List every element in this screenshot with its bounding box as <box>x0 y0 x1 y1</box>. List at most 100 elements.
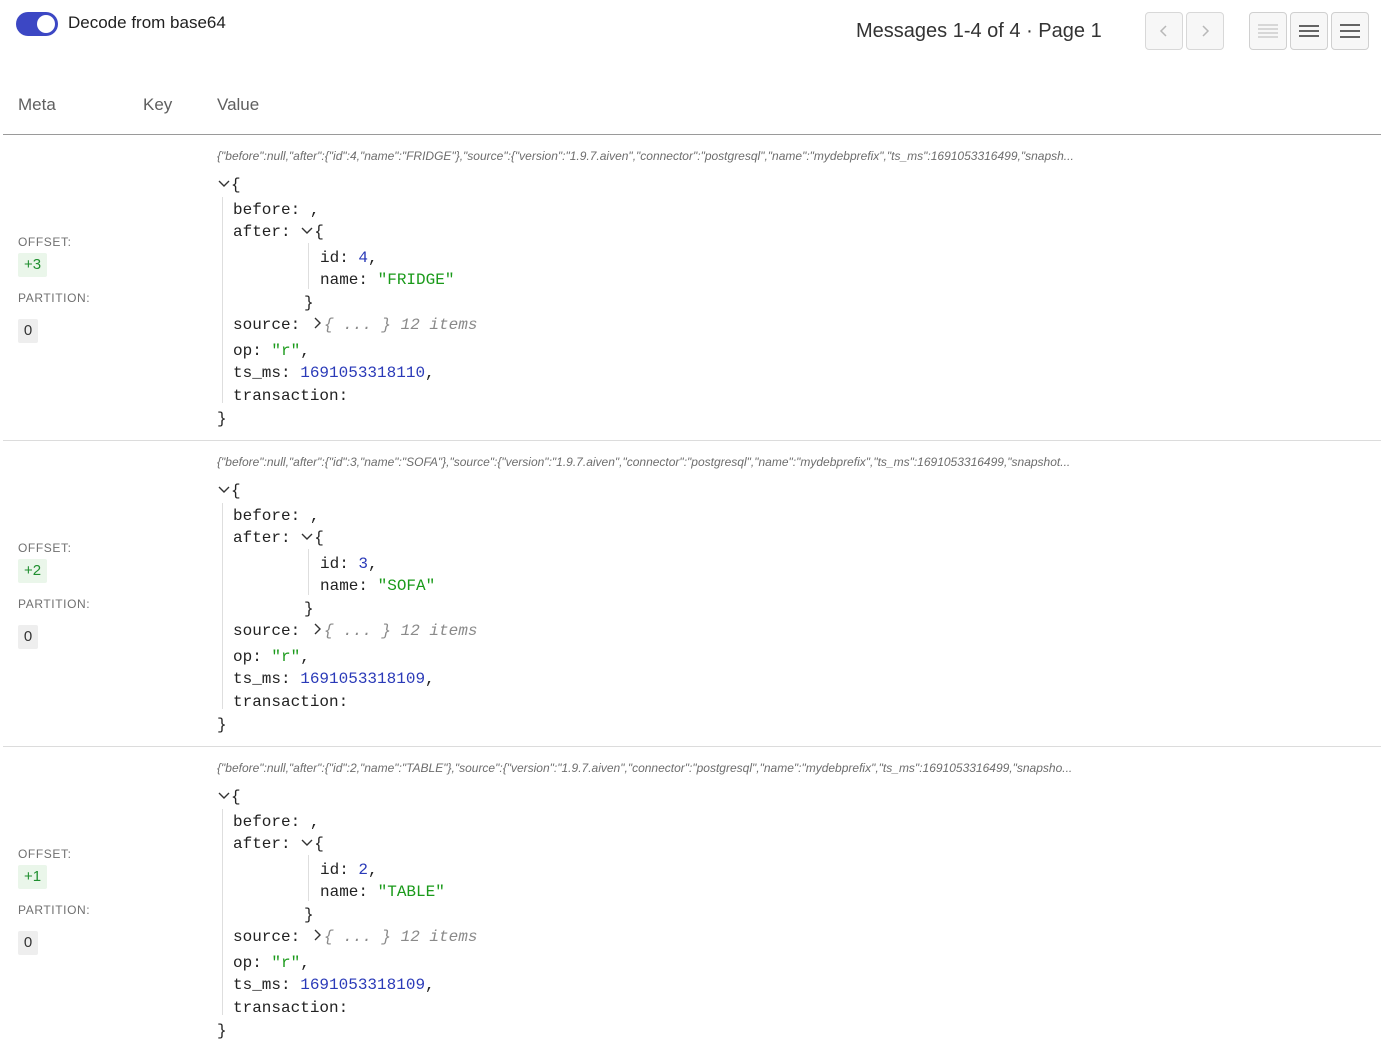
tree-guide <box>308 243 309 289</box>
density-wide-button[interactable] <box>1331 12 1369 50</box>
json-line-close: } <box>217 1020 227 1042</box>
density-medium-icon <box>1298 22 1320 40</box>
table-header: Meta Key Value <box>3 60 1381 135</box>
offset-badge: +1 <box>18 865 47 889</box>
json-line-id: id: 3, <box>320 553 378 575</box>
density-compact-icon <box>1257 22 1279 40</box>
offset-label: OFFSET: <box>18 541 72 555</box>
json-tree: { before: , after: { id: 2, name: "TABLE… <box>217 783 917 1043</box>
json-value-op: "r" <box>271 342 300 360</box>
chevron-down-icon <box>300 529 314 543</box>
json-value-id: 3 <box>358 555 368 573</box>
message-row: OFFSET: +1 PARTITION: 0 {"before":null,"… <box>3 747 1381 1052</box>
json-line-after[interactable]: after: { <box>233 833 324 855</box>
json-value-op: "r" <box>271 648 300 666</box>
previous-page-button[interactable] <box>1145 12 1183 50</box>
json-line-op: op: "r", <box>233 952 310 974</box>
raw-value-preview[interactable]: {"before":null,"after":{"id":4,"name":"F… <box>217 149 1167 163</box>
json-tree: { before: , after: { id: 3, name: "SOFA"… <box>217 477 917 737</box>
partition-badge: 0 <box>18 931 38 955</box>
chevron-left-icon <box>1157 24 1171 38</box>
partition-badge: 0 <box>18 319 38 343</box>
chevron-down-icon <box>217 176 231 190</box>
json-line-transaction: transaction: <box>233 385 348 407</box>
decode-base64-toggle[interactable] <box>16 12 58 36</box>
chevron-right-icon <box>310 622 324 636</box>
density-wide-icon <box>1339 22 1361 40</box>
density-medium-button[interactable] <box>1290 12 1328 50</box>
column-header-meta[interactable]: Meta <box>18 95 56 115</box>
tree-guide <box>222 809 223 1015</box>
decode-base64-label: Decode from base64 <box>68 13 226 33</box>
chevron-right-icon <box>1198 24 1212 38</box>
chevron-down-icon <box>217 788 231 802</box>
partition-label: PARTITION: <box>18 291 90 305</box>
json-line-source[interactable]: source: { ... } 12 items <box>233 926 477 948</box>
raw-value-preview[interactable]: {"before":null,"after":{"id":2,"name":"T… <box>217 761 1167 775</box>
next-page-button[interactable] <box>1186 12 1224 50</box>
partition-badge: 0 <box>18 625 38 649</box>
json-line-id: id: 4, <box>320 247 378 269</box>
json-line-source[interactable]: source: { ... } 12 items <box>233 314 477 336</box>
json-line-close: } <box>304 598 314 620</box>
json-line-after[interactable]: after: { <box>233 527 324 549</box>
toolbar: Decode from base64 Messages 1-4 of 4 · P… <box>0 0 1381 60</box>
column-header-value[interactable]: Value <box>217 95 259 115</box>
json-line-ts-ms: ts_ms: 1691053318109, <box>233 668 435 690</box>
json-line-before: before: , <box>233 811 319 833</box>
json-line-close: } <box>217 408 227 430</box>
json-line-name: name: "FRIDGE" <box>320 269 454 291</box>
json-value-name: "SOFA" <box>378 577 436 595</box>
json-line-ts-ms: ts_ms: 1691053318109, <box>233 974 435 996</box>
json-value-ts-ms: 1691053318109 <box>300 670 425 688</box>
message-row: OFFSET: +3 PARTITION: 0 {"before":null,"… <box>3 135 1381 441</box>
tree-guide <box>308 549 309 595</box>
json-value-ts-ms: 1691053318109 <box>300 976 425 994</box>
message-row: OFFSET: +2 PARTITION: 0 {"before":null,"… <box>3 441 1381 747</box>
tree-guide <box>222 503 223 709</box>
json-root-toggle[interactable]: { <box>217 786 241 808</box>
json-collapsed-summary: { ... } 12 items <box>324 622 478 640</box>
json-line-close: } <box>304 292 314 314</box>
json-value-id: 2 <box>358 861 368 879</box>
chevron-down-icon <box>300 835 314 849</box>
json-line-id: id: 2, <box>320 859 378 881</box>
json-line-op: op: "r", <box>233 646 310 668</box>
offset-label: OFFSET: <box>18 847 72 861</box>
json-value-ts-ms: 1691053318110 <box>300 364 425 382</box>
json-collapsed-summary: { ... } 12 items <box>324 316 478 334</box>
json-tree: { before: , after: { id: 4, name: "FRIDG… <box>217 171 917 431</box>
json-collapsed-summary: { ... } 12 items <box>324 928 478 946</box>
json-line-ts-ms: ts_ms: 1691053318110, <box>233 362 435 384</box>
offset-label: OFFSET: <box>18 235 72 249</box>
json-value-name: "TABLE" <box>378 883 445 901</box>
json-line-after[interactable]: after: { <box>233 221 324 243</box>
raw-value-preview[interactable]: {"before":null,"after":{"id":3,"name":"S… <box>217 455 1167 469</box>
chevron-down-icon <box>217 482 231 496</box>
pagination-status: Messages 1-4 of 4 · Page 1 <box>856 20 1102 43</box>
json-line-source[interactable]: source: { ... } 12 items <box>233 620 477 642</box>
json-line-op: op: "r", <box>233 340 310 362</box>
json-line-before: before: , <box>233 505 319 527</box>
json-root-toggle[interactable]: { <box>217 480 241 502</box>
chevron-down-icon <box>300 223 314 237</box>
json-line-name: name: "TABLE" <box>320 881 445 903</box>
json-value-name: "FRIDGE" <box>378 271 455 289</box>
column-header-key[interactable]: Key <box>143 95 172 115</box>
chevron-right-icon <box>310 316 324 330</box>
json-line-close: } <box>217 714 227 736</box>
chevron-right-icon <box>310 928 324 942</box>
tree-guide <box>308 855 309 901</box>
offset-badge: +2 <box>18 559 47 583</box>
json-line-close: } <box>304 904 314 926</box>
json-line-transaction: transaction: <box>233 691 348 713</box>
json-line-name: name: "SOFA" <box>320 575 435 597</box>
json-root-toggle[interactable]: { <box>217 174 241 196</box>
partition-label: PARTITION: <box>18 597 90 611</box>
density-compact-button[interactable] <box>1249 12 1287 50</box>
json-line-before: before: , <box>233 199 319 221</box>
offset-badge: +3 <box>18 253 47 277</box>
toggle-knob <box>37 15 55 33</box>
json-line-transaction: transaction: <box>233 997 348 1019</box>
json-value-op: "r" <box>271 954 300 972</box>
